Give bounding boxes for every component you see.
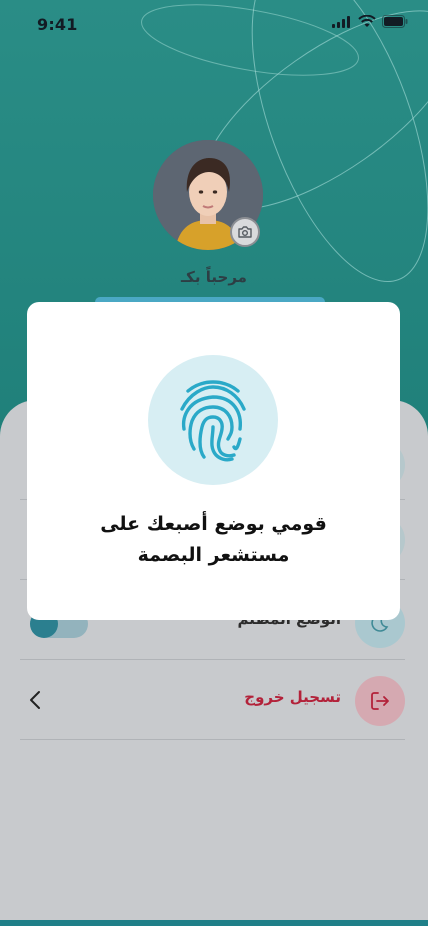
fingerprint-message-line1: قومي بوضع أصبعك على (100, 513, 327, 535)
fingerprint-icon (180, 380, 246, 462)
fingerprint-badge (148, 355, 278, 485)
fingerprint-message-line2: مستشعر البصمة (137, 544, 290, 566)
fingerprint-modal: قومي بوضع أصبعك على مستشعر البصمة (27, 302, 400, 620)
fingerprint-message: قومي بوضع أصبعك على مستشعر البصمة (27, 509, 400, 571)
